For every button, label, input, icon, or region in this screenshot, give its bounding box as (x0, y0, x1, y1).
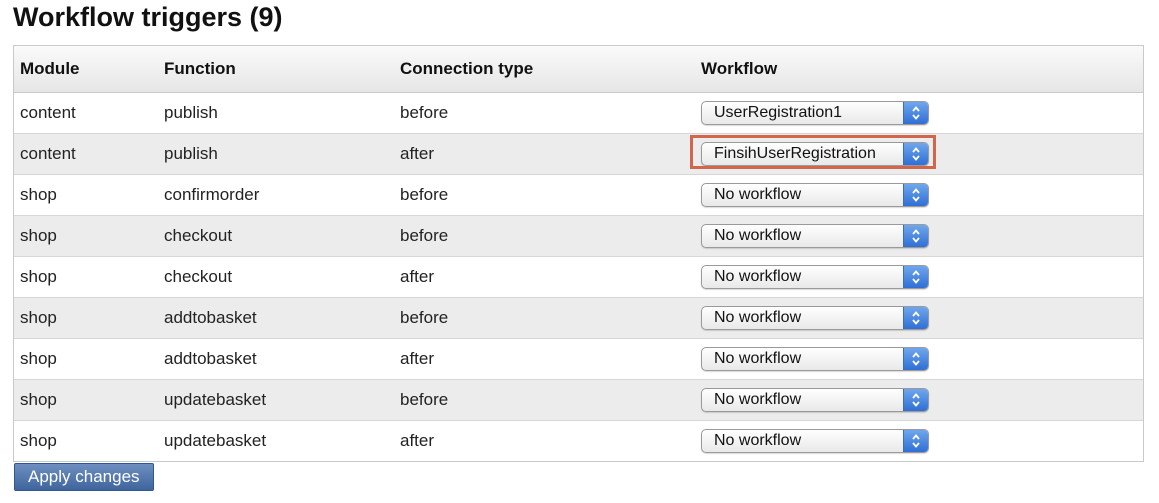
cell-module: shop (14, 256, 158, 298)
workflow-select-value: No workflow (714, 432, 802, 449)
workflow-select-wrapper: No workflow (701, 224, 929, 248)
header-connection-type: Connection type (394, 46, 695, 93)
workflow-select-value: No workflow (714, 391, 802, 408)
workflow-select-value: No workflow (714, 350, 802, 367)
table-row: shop updatebasket after No workflow (14, 421, 1143, 462)
cell-module: content (14, 133, 158, 175)
table-row: content publish after FinsihUserRegistratio… (14, 133, 1143, 175)
table-row: shop addtobasket before No workflow (14, 297, 1143, 339)
cell-function: publish (158, 133, 394, 175)
cell-workflow: No workflow (695, 379, 1143, 421)
table-row: content publish before UserRegistration1 (14, 92, 1143, 134)
up-down-chevron-icon (903, 389, 928, 411)
workflow-select[interactable]: No workflow (701, 388, 929, 412)
cell-module: shop (14, 338, 158, 380)
cell-connection-type: before (394, 215, 695, 257)
workflow-select-wrapper: FinsihUserRegistration (690, 135, 936, 169)
cell-module: shop (14, 297, 158, 339)
workflow-select-value: UserRegistration1 (714, 104, 843, 121)
workflow-select[interactable]: FinsihUserRegistration (701, 142, 929, 166)
table-row: shop confirmorder before No workflow (14, 174, 1143, 216)
cell-connection-type: after (400, 431, 435, 450)
cell-connection-type: after (394, 338, 695, 380)
header-workflow: Workflow (695, 46, 1143, 93)
cell-module: shop (14, 379, 158, 421)
cell-workflow: No workflow (695, 215, 1143, 257)
cell-connection-type: before (394, 379, 695, 421)
workflow-select-wrapper: UserRegistration1 (701, 101, 929, 125)
workflow-select-value: No workflow (714, 309, 802, 326)
cell-workflow: FinsihUserRegistration (690, 133, 1143, 175)
cell-connection-type: before (394, 174, 695, 216)
cell-function: updatebasket (164, 431, 267, 450)
workflow-select[interactable]: No workflow (701, 224, 929, 248)
workflow-select[interactable]: No workflow (701, 306, 929, 330)
cell-workflow: No workflow (695, 174, 1143, 216)
up-down-chevron-icon (903, 102, 928, 124)
table-header-row: Module Function Connection type Workflow (14, 46, 1143, 93)
cell-function: confirmorder (158, 174, 394, 216)
table-row: shop checkout after No workflow (14, 256, 1143, 298)
cell-connection-type: after (394, 256, 695, 298)
cell-function: checkout (158, 215, 394, 257)
table-row: shop checkout before No workflow (14, 215, 1143, 257)
cell-function: publish (158, 92, 394, 134)
workflow-select-wrapper: No workflow (701, 347, 929, 371)
page-title: Workflow triggers (9) (13, 2, 283, 32)
table-row: shop addtobasket after No workflow (14, 338, 1143, 380)
up-down-chevron-icon (903, 266, 928, 288)
workflow-select[interactable]: No workflow (701, 347, 929, 371)
cell-module: shop (20, 431, 57, 450)
up-down-chevron-icon (903, 430, 928, 452)
cell-workflow: No workflow (695, 338, 1143, 380)
cell-workflow: No workflow (695, 421, 1143, 462)
workflow-select[interactable]: No workflow (701, 265, 929, 289)
cell-function: addtobasket (158, 338, 394, 380)
workflow-select-value: No workflow (714, 186, 802, 203)
cell-function: addtobasket (158, 297, 394, 339)
cell-workflow: No workflow (695, 256, 1143, 298)
cell-module: content (14, 92, 158, 134)
workflow-select[interactable]: No workflow (701, 429, 929, 453)
cell-workflow: No workflow (695, 297, 1143, 339)
cell-module: shop (14, 215, 158, 257)
workflow-select[interactable]: No workflow (701, 183, 929, 207)
cell-workflow: UserRegistration1 (695, 92, 1143, 134)
workflow-select-wrapper: No workflow (701, 183, 929, 207)
workflow-select[interactable]: UserRegistration1 (701, 101, 929, 125)
up-down-chevron-icon (903, 184, 928, 206)
workflow-select-value: No workflow (714, 227, 802, 244)
workflow-select-wrapper: No workflow (701, 388, 929, 412)
cell-connection-type: after (394, 133, 695, 175)
cell-connection-type: before (394, 92, 695, 134)
cell-connection-type: before (394, 297, 695, 339)
page: Workflow triggers (9) Module Function Co… (0, 0, 1159, 503)
header-function: Function (158, 46, 394, 93)
up-down-chevron-icon (903, 307, 928, 329)
cell-module: shop (14, 174, 158, 216)
workflow-triggers-table: Module Function Connection type Workflow… (13, 45, 1144, 462)
workflow-select-wrapper: No workflow (701, 306, 929, 330)
cell-function: updatebasket (158, 379, 394, 421)
workflow-select-wrapper: No workflow (701, 429, 929, 453)
table-row: shop updatebasket before No workflow (14, 379, 1143, 421)
up-down-chevron-icon (903, 225, 928, 247)
workflow-select-value: FinsihUserRegistration (714, 145, 876, 162)
header-module: Module (14, 46, 158, 93)
workflow-select-value: No workflow (714, 268, 802, 285)
apply-changes-button[interactable]: Apply changes (14, 463, 154, 491)
cell-function: checkout (158, 256, 394, 298)
up-down-chevron-icon (903, 348, 928, 370)
up-down-chevron-icon (903, 143, 928, 165)
workflow-select-wrapper: No workflow (701, 265, 929, 289)
